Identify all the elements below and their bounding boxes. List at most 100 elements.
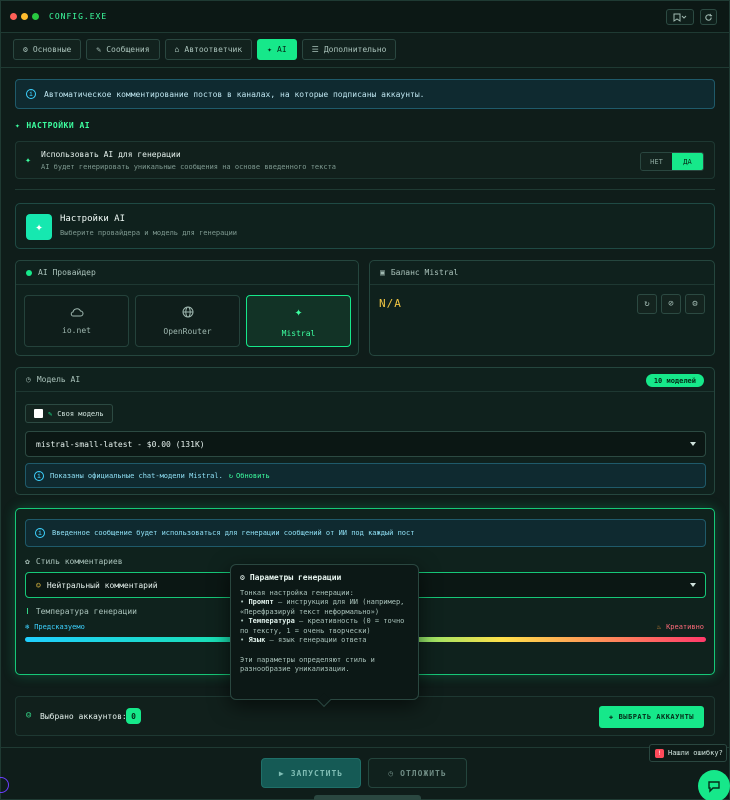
temperature-min-label: ❄ Предсказуемо — [25, 623, 85, 631]
tab-advanced[interactable]: ☰ Дополнительно — [301, 39, 397, 60]
tooltip-desc: — язык генерации ответа — [265, 636, 367, 644]
play-icon: ▶ — [278, 768, 285, 778]
style-label: ✿ Стиль комментариев — [25, 557, 123, 566]
model-note: i Показаны официальные chat-модели Mistr… — [25, 463, 706, 488]
scrollbar-thumb[interactable] — [314, 795, 421, 800]
style-label-text: Стиль комментариев — [35, 557, 123, 566]
refresh-icon — [705, 13, 713, 21]
use-ai-description: AI будет генерировать уникальные сообщен… — [41, 163, 337, 171]
chat-icon — [708, 781, 720, 793]
refresh-models-link[interactable]: ↻ Обновить — [229, 472, 270, 480]
model-count-badge: 10 моделей — [645, 374, 704, 387]
balance-header-label: Баланс Mistral — [390, 268, 459, 277]
toggle-no-button[interactable]: НЕТ — [641, 153, 672, 170]
cancel-balance-button[interactable]: ⊘ — [661, 294, 681, 314]
maximize-window-button[interactable] — [32, 13, 39, 20]
add-user-icon: ✚ — [608, 713, 614, 721]
robot-icon: ⌂ — [174, 45, 180, 54]
custom-model-checkbox[interactable] — [34, 409, 43, 418]
custom-model-toggle[interactable]: ✎ Своя модель — [25, 404, 113, 423]
sparkle-icon: ✦ — [26, 214, 52, 240]
select-accounts-label: ВЫБРАТЬ АККАУНТЫ — [618, 713, 694, 721]
bug-icon: ! — [655, 748, 664, 758]
provider-label: io.net — [62, 326, 91, 335]
model-select[interactable]: mistral-small-latest - $0.00 (131K) — [25, 431, 706, 457]
balance-value: N/A — [379, 297, 402, 310]
gear-icon: ⚙ — [692, 299, 698, 309]
accounts-label: Выбрано аккаунтов: — [40, 712, 127, 721]
style-select-value: Нейтральный комментарий — [46, 580, 158, 590]
divider — [1, 747, 729, 748]
accounts-row: ☺ Выбрано аккаунтов: 0 ✚ ВЫБРАТЬ АККАУНТ… — [15, 696, 715, 736]
refresh-balance-button[interactable]: ↻ — [637, 294, 657, 314]
generation-note: i Введенное сообщение будет использовать… — [25, 519, 706, 547]
sparkle-icon: ✦ — [267, 45, 272, 54]
clock-icon: ◷ — [388, 768, 395, 778]
balance-settings-button[interactable]: ⚙ — [685, 294, 705, 314]
sliders-icon: ☰ — [311, 45, 319, 54]
bookmark-dropdown-button[interactable] — [666, 9, 694, 25]
ai-settings-header: ✦ Настройки AI Выберите провайдера и мод… — [15, 203, 715, 249]
select-accounts-button[interactable]: ✚ ВЫБРАТЬ АККАУНТЫ — [598, 706, 704, 728]
side-handle[interactable] — [0, 777, 9, 793]
divider — [15, 189, 715, 190]
palette-icon: ✿ — [25, 557, 30, 566]
generation-note-text: Введенное сообщение будет использоваться… — [52, 529, 415, 537]
title-bar: CONFIG.EXE — [1, 1, 729, 33]
tooltip-title-text: Параметры генерации — [249, 573, 342, 582]
edit-icon: ✎ — [48, 409, 53, 418]
provider-panel: AI Провайдер io.net OpenRouter ✦ Mistral — [15, 260, 359, 356]
tab-ai[interactable]: ✦ AI — [257, 39, 297, 60]
info-icon: i — [34, 470, 44, 481]
model-select-value: mistral-small-latest - $0.00 (131K) — [36, 439, 205, 449]
tooltip-term: Язык — [248, 636, 266, 644]
toggle-yes-button[interactable]: ДА — [672, 153, 703, 170]
window-title: CONFIG.EXE — [49, 12, 108, 21]
info-icon: i — [35, 528, 45, 538]
tab-label: AI — [277, 45, 287, 54]
provider-label: OpenRouter — [163, 327, 212, 336]
model-header-label: Модель AI — [36, 375, 81, 384]
report-bug-label: Нашли ошибку? — [668, 749, 723, 757]
custom-model-label: Своя модель — [57, 409, 104, 418]
globe-icon — [182, 306, 193, 318]
temperature-label-text: Температура генерации — [35, 607, 137, 616]
status-dot-icon — [26, 269, 32, 276]
tab-messages[interactable]: ✎ Сообщения — [86, 39, 160, 60]
start-label: ЗАПУСТИТЬ — [290, 768, 344, 778]
close-window-button[interactable] — [10, 13, 17, 20]
chevron-down-icon — [690, 583, 696, 587]
model-header: ◷ Модель AI — [16, 368, 714, 392]
start-button[interactable]: ▶ ЗАПУСТИТЬ — [261, 758, 361, 788]
gear-icon: ⚙ — [240, 573, 245, 582]
provider-ionet[interactable]: io.net — [24, 295, 129, 347]
provider-label: Mistral — [281, 328, 316, 338]
tooltip-item-temperature: • Температура — креативность (0 = точно … — [240, 617, 405, 635]
minimize-window-button[interactable] — [21, 13, 28, 20]
info-banner: i Автоматическое комментирование постов … — [15, 79, 715, 109]
tooltip-item-language: • Язык — язык генерации ответа — [240, 636, 367, 644]
tooltip-term: Температура — [248, 617, 295, 625]
balance-panel: ▣ Баланс Mistral N/A ↻ ⊘ ⚙ — [369, 260, 715, 356]
refresh-window-button[interactable] — [700, 9, 717, 25]
postpone-button[interactable]: ◷ ОТЛОЖИТЬ — [368, 758, 467, 788]
provider-openrouter[interactable]: OpenRouter — [135, 295, 240, 347]
bookmark-icon — [673, 13, 687, 22]
info-icon: i — [26, 89, 36, 99]
chat-button[interactable] — [698, 770, 730, 800]
users-icon: ☺ — [26, 711, 32, 721]
snowflake-icon: ❄ — [25, 623, 30, 631]
tooltip-intro: Тонкая настройка генерации: — [240, 588, 354, 597]
provider-mistral[interactable]: ✦ Mistral — [246, 295, 351, 347]
report-bug-button[interactable]: ! Нашли ошибку? — [649, 744, 727, 762]
cancel-icon: ⊘ — [668, 299, 674, 309]
tab-label: Автоответчик — [184, 45, 243, 54]
temperature-label: ǀ Температура генерации — [25, 607, 137, 616]
edit-icon: ✎ — [96, 45, 102, 54]
tab-autoreply[interactable]: ⌂ Автоответчик — [164, 39, 253, 60]
tab-main[interactable]: ⚙ Основные — [13, 39, 82, 60]
window-controls — [10, 13, 39, 20]
model-note-text: Показаны официальные chat-модели Mistral… — [50, 471, 223, 480]
model-panel: ◷ Модель AI 10 моделей ✎ Своя модель mis… — [15, 367, 715, 495]
tab-label: Основные — [32, 45, 72, 54]
